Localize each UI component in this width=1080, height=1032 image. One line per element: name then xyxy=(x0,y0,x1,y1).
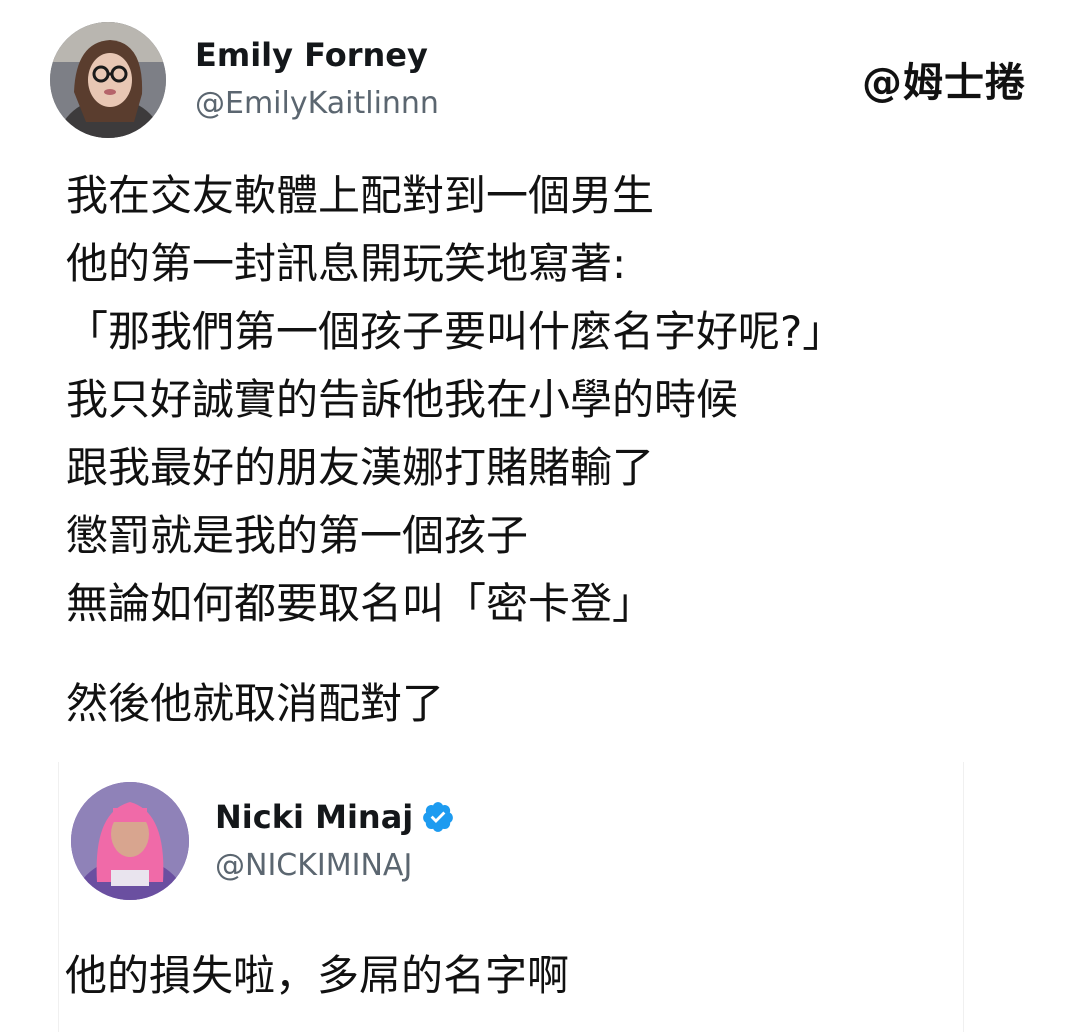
avatar[interactable] xyxy=(71,782,189,900)
tweet-body-line: 「那我們第一個孩子要叫什麼名字好呢?」 xyxy=(66,307,845,356)
avatar-photo-icon xyxy=(50,22,166,138)
author-name[interactable]: Nicki Minaj xyxy=(215,798,455,836)
author-handle[interactable]: @EmilyKaitlinnn xyxy=(195,86,439,121)
tweet-body-line: 我在交友軟體上配對到一個男生 xyxy=(66,171,655,220)
tweet-body-line: 他的第一封訊息開玩笑地寫著: xyxy=(66,239,627,288)
tweet-body-line: 跟我最好的朋友漢娜打賭賭輸了 xyxy=(66,443,655,492)
verified-badge-icon xyxy=(423,802,454,832)
tweet-body-line: 我只好誠實的告訴他我在小學的時候 xyxy=(66,375,739,424)
author-name[interactable]: Emily Forney xyxy=(195,36,428,74)
author-handle[interactable]: @NICKIMINAJ xyxy=(215,848,412,883)
tweet-body-last-line: 然後他就取消配對了 xyxy=(66,679,445,728)
avatar-photo-icon xyxy=(71,782,189,900)
reply-tweet-card: Nicki Minaj @NICKIMINAJ 他的損失啦，多屌的名字啊 xyxy=(58,762,964,1032)
reply-body: 他的損失啦，多屌的名字啊 xyxy=(65,951,570,1000)
tweet-card: Emily Forney @EmilyKaitlinnn 我在交友軟體上配對到一… xyxy=(0,0,1080,760)
avatar[interactable] xyxy=(50,22,166,138)
author-name-text[interactable]: Nicki Minaj xyxy=(215,798,413,836)
tweet-body-line: 無論如何都要取名叫「密卡登」 xyxy=(66,579,655,628)
tweet-body: 我在交友軟體上配對到一個男生 他的第一封訊息開玩笑地寫著: 「那我們第一個孩子要… xyxy=(66,162,844,638)
tweet-body-line: 懲罰就是我的第一個孩子 xyxy=(66,511,529,560)
